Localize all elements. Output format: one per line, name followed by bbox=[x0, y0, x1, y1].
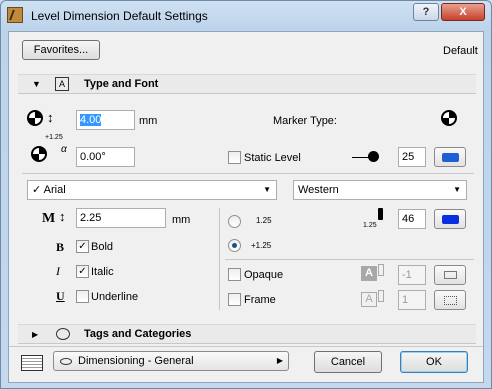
opaque-pen-icon bbox=[378, 264, 384, 276]
section-type-and-font[interactable]: ▼ A Type and Font bbox=[18, 74, 476, 94]
pen-color-swatch bbox=[442, 153, 459, 162]
italic-label: Italic bbox=[91, 266, 114, 278]
static-level-label: Static Level bbox=[244, 152, 301, 164]
cancel-button[interactable]: Cancel bbox=[314, 351, 382, 373]
window-title: Level Dimension Default Settings bbox=[31, 9, 208, 23]
section-type-font-title: Type and Font bbox=[84, 78, 159, 90]
dialog-client-area: Favorites... Default ▼ A Type and Font ↕… bbox=[8, 31, 484, 383]
underline-checkbox[interactable] bbox=[76, 290, 89, 303]
alpha-icon: α bbox=[61, 144, 67, 155]
opaque-pen-button bbox=[434, 265, 466, 285]
height-arrow-icon: ↕ bbox=[47, 110, 54, 125]
format-radio-2-label: +1.25 bbox=[251, 241, 272, 250]
opaque-label: Opaque bbox=[244, 269, 284, 281]
angle-icon-text: +1.25 bbox=[45, 134, 63, 141]
text-pen-button[interactable] bbox=[434, 209, 466, 229]
opaque-pen-field: -1 bbox=[398, 265, 426, 285]
line-pattern-icon bbox=[444, 296, 457, 305]
frame-pen-button bbox=[434, 290, 466, 310]
title-bar: Level Dimension Default Settings ? X bbox=[1, 1, 491, 31]
bold-checkbox[interactable]: ✓ bbox=[76, 240, 89, 253]
format-radio-2[interactable] bbox=[228, 239, 241, 252]
script-combo[interactable]: Western ▼ bbox=[293, 180, 467, 200]
layer-name: Dimensioning - General bbox=[78, 355, 194, 367]
marker-pen-field[interactable]: 25 bbox=[398, 147, 426, 167]
format-radio-1-label: 1.25 bbox=[256, 216, 272, 225]
eye-icon bbox=[60, 358, 72, 365]
frame-pen-icon bbox=[378, 290, 384, 302]
angle-marker-icon bbox=[31, 146, 47, 162]
separator bbox=[9, 346, 483, 347]
separator bbox=[22, 173, 474, 174]
monitor-icon bbox=[444, 271, 457, 279]
font-check-icon: ✓ bbox=[32, 184, 42, 196]
default-label: Default bbox=[443, 45, 478, 57]
level-marker-icon bbox=[27, 110, 43, 126]
frame-pen-field: 1 bbox=[398, 290, 426, 310]
pen-color-swatch bbox=[442, 215, 459, 224]
vertical-separator bbox=[219, 208, 220, 310]
font-combo[interactable]: ✓ Arial ▼ bbox=[27, 180, 277, 200]
underline-icon: U bbox=[56, 289, 65, 303]
collapse-triangle-icon: ▶ bbox=[32, 330, 39, 339]
marker-pen-button[interactable] bbox=[434, 147, 466, 167]
height-field[interactable]: 4.00 bbox=[76, 110, 135, 130]
marker-pen-icon bbox=[368, 151, 379, 162]
dialog-window: Level Dimension Default Settings ? X Fav… bbox=[0, 0, 492, 389]
section-tags-and-categories[interactable]: ▶ Tags and Categories bbox=[18, 324, 476, 344]
italic-icon: I bbox=[56, 264, 60, 278]
text-pen-icon-text: 1.25 bbox=[363, 222, 377, 229]
bold-label: Bold bbox=[91, 241, 114, 253]
help-button[interactable]: ? bbox=[413, 3, 439, 21]
layer-combo[interactable]: Dimensioning - General ▶ bbox=[53, 351, 289, 371]
chevron-down-icon: ▼ bbox=[263, 185, 271, 194]
size-arrow-icon: ↕ bbox=[59, 209, 66, 224]
text-size-field[interactable]: 2.25 bbox=[76, 208, 166, 228]
favorites-button[interactable]: Favorites... bbox=[22, 40, 100, 60]
script-name: Western bbox=[298, 184, 339, 196]
bold-icon: B bbox=[56, 240, 65, 254]
text-font-icon: A bbox=[55, 77, 69, 91]
text-pen-icon bbox=[378, 208, 383, 220]
underline-label: Underline bbox=[91, 291, 139, 303]
separator bbox=[225, 259, 474, 260]
text-size-icon: M bbox=[42, 211, 56, 226]
section-tags-title: Tags and Categories bbox=[84, 328, 192, 340]
height-unit: mm bbox=[139, 115, 158, 127]
opaque-checkbox[interactable] bbox=[228, 268, 241, 281]
marker-type-picker-icon[interactable] bbox=[441, 110, 457, 126]
ok-button[interactable]: OK bbox=[400, 351, 468, 373]
italic-checkbox[interactable]: ✓ bbox=[76, 265, 89, 278]
chevron-right-icon: ▶ bbox=[276, 356, 283, 365]
frame-checkbox[interactable] bbox=[228, 293, 241, 306]
opaque-fill-icon: A bbox=[361, 266, 377, 281]
layer-stack-icon bbox=[21, 355, 43, 371]
text-pen-field[interactable]: 46 bbox=[398, 209, 426, 229]
expand-triangle-icon: ▼ bbox=[32, 79, 41, 89]
archicad-app-icon bbox=[7, 7, 23, 23]
font-name: Arial bbox=[43, 184, 66, 196]
static-level-checkbox[interactable] bbox=[228, 151, 241, 164]
angle-field[interactable]: 0.00° bbox=[76, 147, 135, 167]
frame-icon: A bbox=[361, 292, 377, 307]
format-radio-1[interactable] bbox=[228, 215, 241, 228]
frame-label: Frame bbox=[244, 294, 276, 306]
tags-icon bbox=[56, 328, 70, 340]
marker-type-label: Marker Type: bbox=[273, 115, 337, 127]
close-button[interactable]: X bbox=[441, 3, 485, 21]
text-size-unit: mm bbox=[172, 214, 191, 226]
chevron-down-icon: ▼ bbox=[453, 185, 461, 194]
